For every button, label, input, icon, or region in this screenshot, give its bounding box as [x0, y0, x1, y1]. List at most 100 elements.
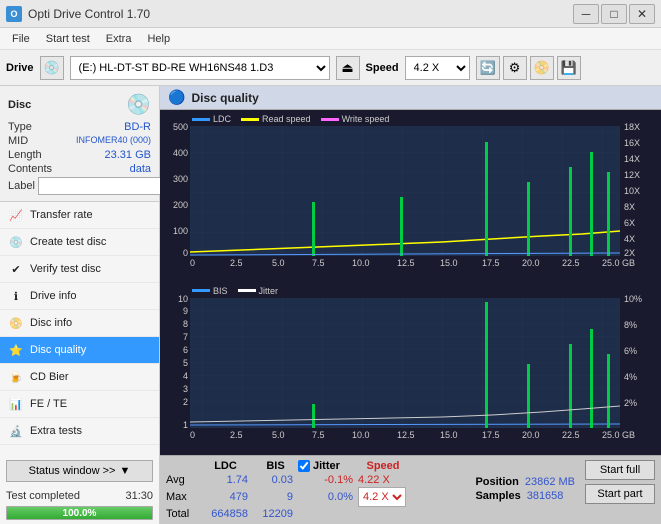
avg-jitter: -0.1% [298, 474, 358, 486]
content-area: 🔵 Disc quality LDC Read speed [160, 86, 661, 524]
quality-title: Disc quality [191, 91, 258, 105]
sidebar-item-disc-info[interactable]: 📀 Disc info [0, 310, 159, 337]
menu-extra[interactable]: Extra [98, 31, 140, 47]
sidebar-item-drive-info[interactable]: ℹ Drive info [0, 283, 159, 310]
samples-row: Samples 381658 [475, 490, 575, 502]
ldc-header: LDC [198, 460, 253, 472]
refresh-icon[interactable]: 🔄 [476, 56, 500, 80]
svg-text:2.5: 2.5 [230, 430, 243, 440]
stat-max-row: Max 479 9 0.0% 4.2 X [166, 487, 471, 507]
bis-legend: BIS [192, 286, 228, 296]
menu-file[interactable]: File [4, 31, 38, 47]
sidebar-item-cd-bier[interactable]: 🍺 CD Bier [0, 364, 159, 391]
svg-text:200: 200 [173, 200, 188, 210]
svg-text:22.5: 22.5 [562, 430, 580, 440]
svg-text:5.0: 5.0 [272, 258, 285, 268]
svg-text:10: 10 [178, 294, 188, 304]
ldc-chart: LDC Read speed Write speed [162, 112, 659, 282]
bis-spike-1 [312, 404, 315, 428]
svg-text:1: 1 [183, 420, 188, 430]
action-icons: 🔄 ⚙ 📀 💾 [476, 56, 581, 80]
verify-label: Verify test disc [30, 263, 101, 275]
disc-mid-row: MID INFOMER40 (000) [8, 135, 151, 147]
svg-text:300: 300 [173, 174, 188, 184]
drive-label: Drive [6, 62, 34, 74]
speed-select-stat[interactable]: 4.2 X [358, 487, 406, 507]
stat-avg-row: Avg 1.74 0.03 -0.1% 4.22 X [166, 474, 471, 486]
sidebar-item-create-test[interactable]: 💿 Create test disc [0, 229, 159, 256]
svg-text:0: 0 [183, 248, 188, 258]
disc-info-label: Disc info [30, 317, 72, 329]
type-val: BD-R [124, 121, 151, 133]
disc-label-row: Label 🔍 [8, 177, 151, 195]
status-text: Test completed [6, 490, 80, 502]
svg-text:17.5: 17.5 [482, 430, 500, 440]
save-icon[interactable]: 💾 [557, 56, 581, 80]
svg-text:10.0: 10.0 [352, 430, 370, 440]
progress-bar-fill: 100.0% [7, 507, 152, 519]
sidebar-item-extra-tests[interactable]: 🔬 Extra tests [0, 418, 159, 445]
maximize-button[interactable]: □ [601, 4, 627, 24]
menu-help[interactable]: Help [139, 31, 178, 47]
menu-start-test[interactable]: Start test [38, 31, 98, 47]
close-button[interactable]: ✕ [629, 4, 655, 24]
sidebar-item-fe-te[interactable]: 📊 FE / TE [0, 391, 159, 418]
svg-text:7: 7 [183, 332, 188, 342]
speed-label: Speed [366, 62, 399, 74]
svg-text:10%: 10% [624, 294, 642, 304]
contents-val: data [130, 163, 151, 175]
svg-text:6: 6 [183, 345, 188, 355]
length-key: Length [8, 149, 42, 161]
settings-icon[interactable]: ⚙ [503, 56, 527, 80]
pos-samples: Position 23862 MB Samples 381658 [475, 460, 575, 502]
start-full-button[interactable]: Start full [585, 460, 655, 480]
total-bis: 12209 [253, 508, 298, 520]
svg-text:100: 100 [173, 226, 188, 236]
max-label: Max [166, 491, 198, 503]
status-window-button[interactable]: Status window >> ▼ [6, 460, 153, 482]
minimize-button[interactable]: ─ [573, 4, 599, 24]
eject-button[interactable]: ⏏ [336, 56, 360, 80]
sidebar-item-transfer-rate[interactable]: 📈 Transfer rate [0, 202, 159, 229]
ldc-spike-7 [607, 172, 610, 256]
ldc-legend-color [192, 118, 210, 121]
ldc-spike-3 [485, 142, 488, 256]
avg-bis: 0.03 [253, 474, 298, 486]
readspeed-legend: Read speed [241, 114, 311, 124]
svg-text:7.5: 7.5 [312, 430, 325, 440]
svg-text:8: 8 [183, 319, 188, 329]
samples-label: Samples [475, 490, 520, 502]
start-part-button[interactable]: Start part [585, 484, 655, 504]
disc-icon[interactable]: 📀 [530, 56, 554, 80]
svg-text:12.5: 12.5 [397, 258, 415, 268]
extra-icon: 🔬 [8, 423, 24, 439]
drive-select[interactable]: (E:) HL-DT-ST BD-RE WH16NS48 1.D3 [70, 56, 330, 80]
drive-icon: 💿 [40, 56, 64, 80]
svg-text:15.0: 15.0 [440, 258, 458, 268]
bis-legend-label: BIS [213, 286, 228, 296]
svg-text:20.0: 20.0 [522, 430, 540, 440]
svg-text:4%: 4% [624, 372, 637, 382]
sidebar-item-verify-test[interactable]: ✔ Verify test disc [0, 256, 159, 283]
speed-select[interactable]: 4.2 X [405, 56, 470, 80]
svg-text:400: 400 [173, 148, 188, 158]
svg-text:2%: 2% [624, 398, 637, 408]
jitter-checkbox[interactable] [298, 460, 310, 472]
svg-text:500: 500 [173, 122, 188, 132]
bis-chart-svg: 10 9 8 7 6 5 4 3 2 1 10% 8% 6% 4% 2% [162, 284, 659, 454]
action-buttons: Start full Start part [585, 460, 655, 504]
ldc-chart-svg: 500 400 300 200 100 0 18X 16X 14X 12X 10… [162, 112, 659, 282]
sidebar-item-disc-quality[interactable]: ⭐ Disc quality [0, 337, 159, 364]
verify-icon: ✔ [8, 261, 24, 277]
svg-text:20.0: 20.0 [522, 258, 540, 268]
transfer-icon: 📈 [8, 207, 24, 223]
label-input[interactable] [38, 177, 176, 195]
svg-text:3: 3 [183, 384, 188, 394]
bis-legend-color [192, 289, 210, 292]
disc-contents-row: Contents data [8, 163, 151, 175]
drive-info-label: Drive info [30, 290, 76, 302]
charts-container: LDC Read speed Write speed [160, 110, 661, 455]
writespeed-legend-label: Write speed [342, 114, 390, 124]
position-val: 23862 MB [525, 476, 575, 488]
max-jitter: 0.0% [298, 491, 358, 503]
